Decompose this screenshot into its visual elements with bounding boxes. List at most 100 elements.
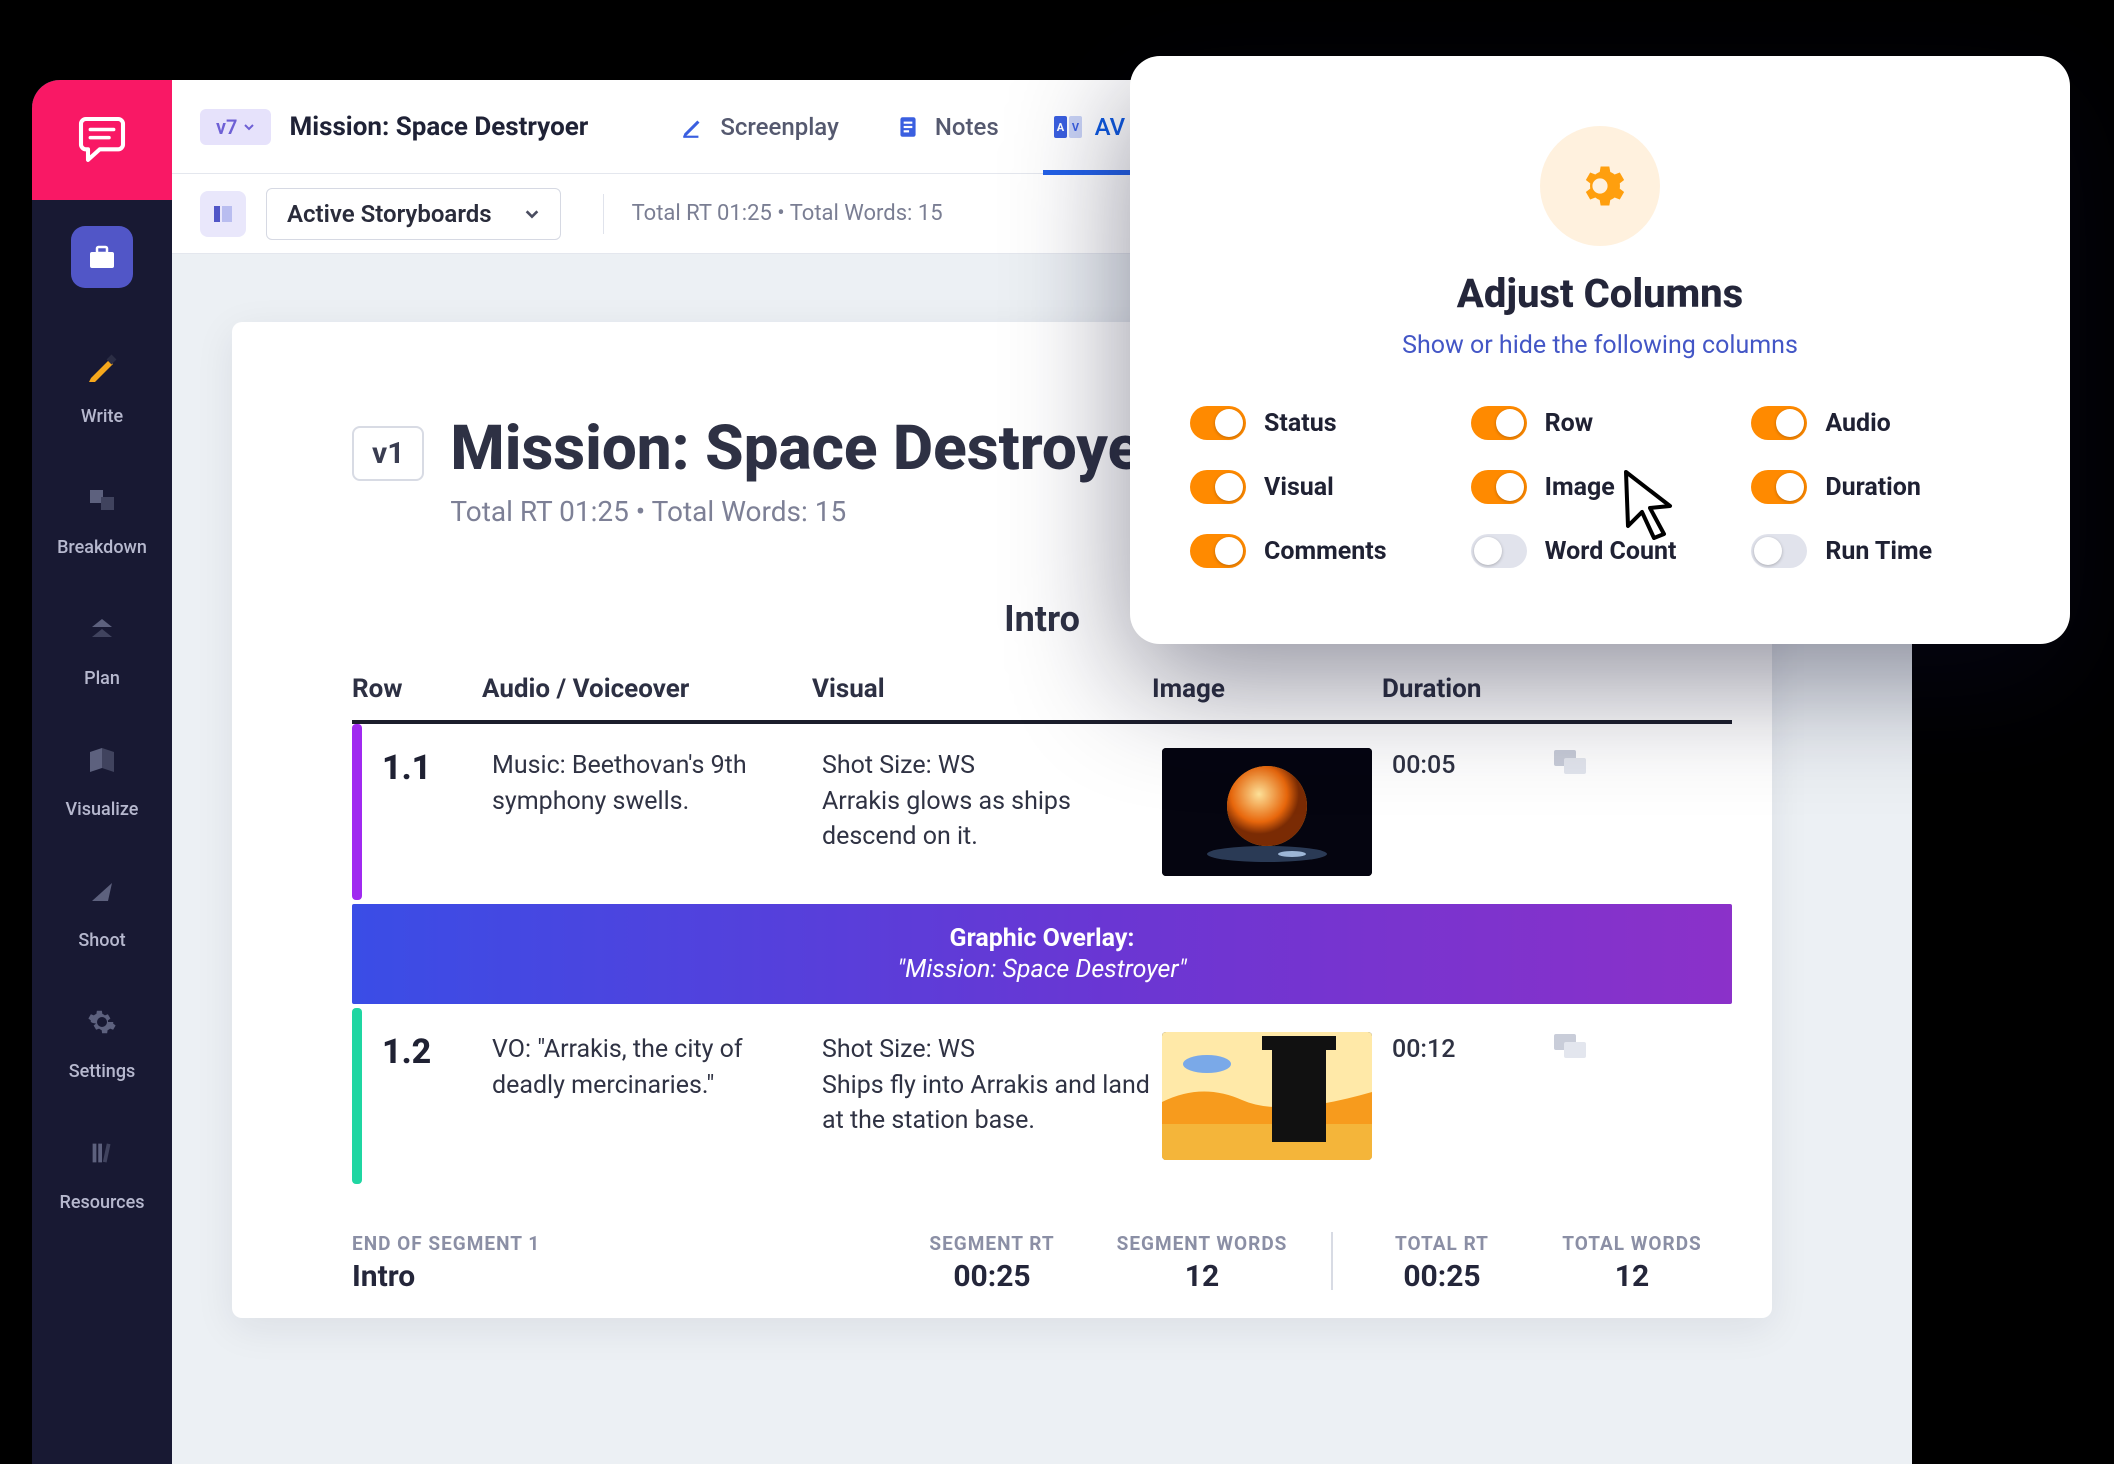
shoot-icon <box>86 875 118 907</box>
sidebar-item-home[interactable] <box>32 200 172 310</box>
gear-icon <box>87 1007 117 1037</box>
panel-icon <box>211 202 235 226</box>
notes-icon <box>893 112 923 142</box>
sheet-title: Mission: Space Destroyer <box>450 412 1164 485</box>
tab-screenplay[interactable]: Screenplay <box>660 80 857 174</box>
breakdown-icon <box>86 482 118 514</box>
row-visual: Shot Size: WS Ships fly into Arrakis and… <box>822 1032 1152 1139</box>
row-accent <box>352 724 362 900</box>
sidebar-item-settings[interactable]: Settings <box>32 965 172 1096</box>
visualize-icon <box>86 744 118 776</box>
cursor-pointer-icon <box>1620 468 1682 544</box>
layout-toggle[interactable] <box>200 191 246 237</box>
sidebar-item-write[interactable]: Write <box>32 310 172 441</box>
toggle-switch[interactable] <box>1190 534 1246 568</box>
toggle-label: Image <box>1545 473 1615 502</box>
table-header: Row Audio / Voiceover Visual Image Durat… <box>352 674 1732 724</box>
row-image[interactable] <box>1162 1032 1372 1160</box>
sidebar-item-shoot[interactable]: Shoot <box>32 834 172 965</box>
app-logo[interactable] <box>32 80 172 200</box>
sidebar-item-plan[interactable]: Plan <box>32 572 172 703</box>
pencil-icon <box>86 351 118 383</box>
col-duration: Duration <box>1382 674 1532 720</box>
col-image: Image <box>1152 674 1372 720</box>
toggle-image: Image <box>1471 470 1730 504</box>
toggle-label: Duration <box>1825 473 1921 502</box>
toggle-switch[interactable] <box>1471 406 1527 440</box>
graphic-overlay-bar[interactable]: Graphic Overlay: "Mission: Space Destroy… <box>352 904 1732 1004</box>
toggle-label: Run Time <box>1825 537 1932 566</box>
row-audio: Music: Beethovan's 9th symphony swells. <box>492 748 812 819</box>
sidebar-item-resources[interactable]: Resources <box>32 1096 172 1227</box>
toggle-visual: Visual <box>1190 470 1449 504</box>
project-title: Mission: Space Destryoer <box>289 112 588 142</box>
table-row[interactable]: 1.1 Music: Beethovan's 9th symphony swel… <box>352 724 1732 900</box>
version-chip-label: v7 <box>216 115 237 139</box>
sheet-version-badge: v1 <box>352 426 424 481</box>
row-image[interactable] <box>1162 748 1372 876</box>
chat-bubble-icon <box>74 112 130 168</box>
toggle-label: Visual <box>1264 473 1334 502</box>
av-scripts-icon: AV <box>1053 112 1083 142</box>
footer-seg-words-label: SEGMENT WORDS <box>1092 1232 1312 1255</box>
toggle-switch[interactable] <box>1471 470 1527 504</box>
footer-seg-rt-value: 00:25 <box>892 1259 1092 1294</box>
toggle-switch[interactable] <box>1471 534 1527 568</box>
tab-notes[interactable]: Notes <box>875 80 1017 174</box>
toggle-label: Comments <box>1264 537 1387 566</box>
chevron-down-icon <box>243 121 255 133</box>
row-number: 1.1 <box>382 748 482 788</box>
toggle-switch[interactable] <box>1751 534 1807 568</box>
storyboard-select[interactable]: Active Storyboards <box>266 188 561 240</box>
comments-icon <box>1552 1032 1588 1062</box>
footer-tot-rt-label: TOTAL RT <box>1352 1232 1532 1255</box>
sidebar-item-visualize[interactable]: Visualize <box>32 703 172 834</box>
tab-label: Screenplay <box>720 113 839 141</box>
toggle-row: Row <box>1471 406 1730 440</box>
sidebar-label-write: Write <box>81 406 123 427</box>
toggle-word-count: Word Count <box>1471 534 1730 568</box>
gear-badge <box>1540 126 1660 246</box>
row-number: 1.2 <box>382 1032 482 1072</box>
sidebar-label-visualize: Visualize <box>66 799 139 820</box>
sidebar-label-plan: Plan <box>84 668 120 689</box>
sidebar: Write Breakdown Plan <box>32 80 172 1464</box>
gear-icon <box>1574 160 1626 212</box>
sidebar-item-breakdown[interactable]: Breakdown <box>32 441 172 572</box>
svg-text:V: V <box>1072 121 1080 134</box>
station-thumbnail-icon <box>1162 1032 1372 1160</box>
toggle-switch[interactable] <box>1190 406 1246 440</box>
toggle-comments: Comments <box>1190 534 1449 568</box>
col-row: Row <box>352 674 472 720</box>
toggle-switch[interactable] <box>1190 470 1246 504</box>
segment-footer: END OF SEGMENT 1 Intro SEGMENT RT 00:25 … <box>352 1232 1732 1294</box>
version-chip[interactable]: v7 <box>200 109 271 145</box>
popover-hint: Show or hide the following columns <box>1190 331 2010 360</box>
row-duration: 00:05 <box>1392 748 1542 784</box>
toggle-label: Audio <box>1825 409 1890 438</box>
toggle-switch[interactable] <box>1751 406 1807 440</box>
sidebar-label-resources: Resources <box>60 1192 145 1213</box>
footer-tot-rt-value: 00:25 <box>1352 1259 1532 1294</box>
toggle-label: Status <box>1264 409 1337 438</box>
footer-tot-words-value: 12 <box>1532 1259 1732 1294</box>
overlay-subtitle: "Mission: Space Destroyer" <box>352 955 1732 984</box>
chevron-down-icon <box>524 206 540 222</box>
row-comments[interactable] <box>1552 1032 1642 1066</box>
footer-seg-words-value: 12 <box>1092 1259 1312 1294</box>
toggle-duration: Duration <box>1751 470 2010 504</box>
footer-tot-words-label: TOTAL WORDS <box>1532 1232 1732 1255</box>
tab-label: Notes <box>935 113 999 141</box>
footer-divider <box>1331 1232 1333 1290</box>
plan-icon <box>86 613 118 645</box>
adjust-columns-popover: Adjust Columns Show or hide the followin… <box>1130 56 2070 644</box>
col-audio: Audio / Voiceover <box>482 674 802 720</box>
table-row[interactable]: 1.2 VO: "Arrakis, the city of deadly mer… <box>352 1008 1732 1184</box>
sidebar-label-shoot: Shoot <box>78 930 125 951</box>
toggle-switch[interactable] <box>1751 470 1807 504</box>
footer-end-value: Intro <box>352 1259 892 1294</box>
sidebar-label-settings: Settings <box>69 1061 136 1082</box>
row-comments[interactable] <box>1552 748 1642 782</box>
popover-title: Adjust Columns <box>1190 270 2010 317</box>
briefcase-icon <box>86 241 118 273</box>
